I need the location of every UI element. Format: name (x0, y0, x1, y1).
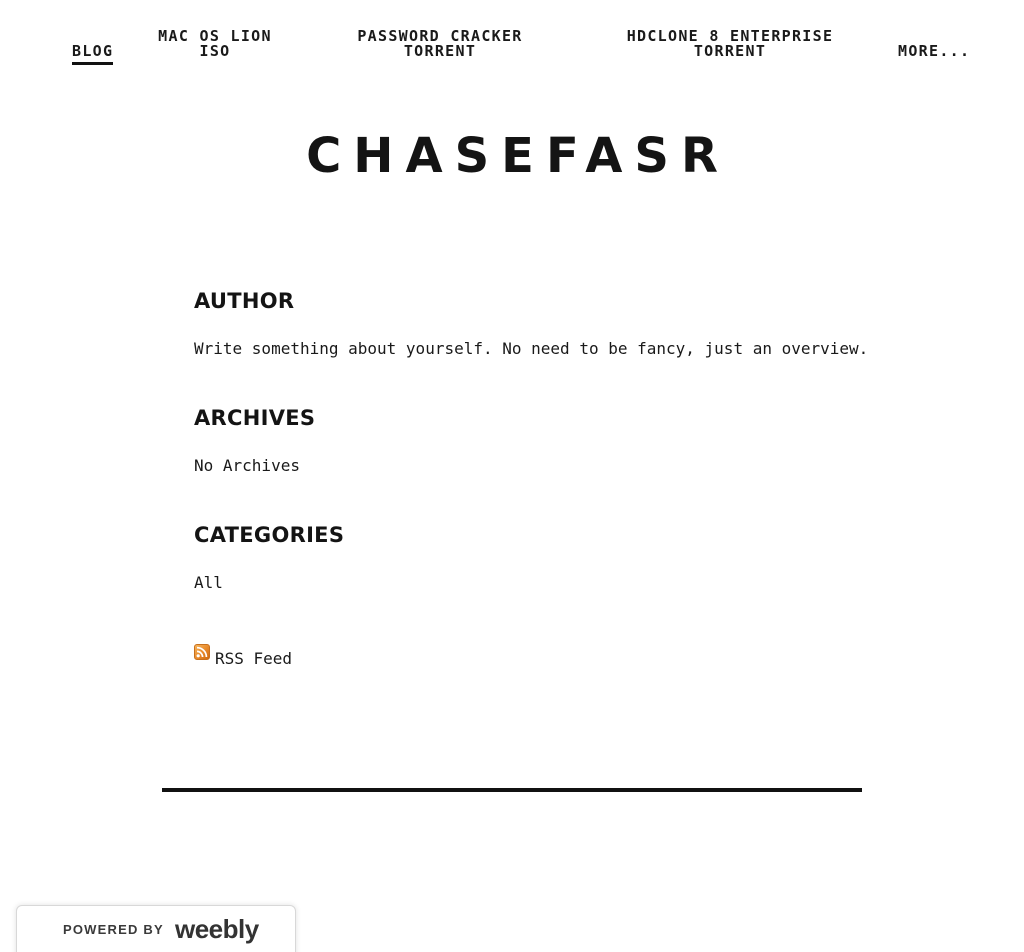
rss-feed-label: RSS Feed (215, 649, 293, 668)
content-divider (162, 788, 862, 792)
site-title[interactable]: CHASEFASR (0, 128, 1024, 184)
powered-by-label: POWERED BY (63, 922, 164, 937)
author-text: Write something about yourself. No need … (194, 339, 869, 358)
nav-item-label-line2: Torrent (403, 42, 477, 60)
nav-item-label-line2: Torrent (693, 42, 767, 60)
category-link-all[interactable]: All (194, 573, 223, 593)
rss-icon (194, 644, 210, 660)
rss-feed-link[interactable]: RSS Feed (194, 644, 292, 668)
archives-heading: ARCHIVES (194, 406, 316, 430)
nav-item-blog[interactable]: Blog (72, 44, 113, 65)
categories-heading: CATEGORIES (194, 523, 345, 547)
author-heading: AUTHOR (194, 289, 295, 313)
nav-item-password-cracker-torrent[interactable]: Password Cracker Torrent (330, 29, 550, 59)
nav-item-more[interactable]: More... (898, 44, 970, 59)
weebly-logo: weebly (175, 914, 259, 944)
main-navigation: Blog Mac OS Lion ISO Password Cracker To… (0, 0, 1024, 80)
nav-item-label-line2: ISO (199, 42, 231, 60)
weebly-badge[interactable]: POWERED BY weebly (16, 905, 296, 952)
nav-item-mac-os-lion-iso[interactable]: Mac OS Lion ISO (150, 29, 280, 59)
nav-item-hdclone-torrent[interactable]: HDClone 8 Enterprise Torrent (610, 29, 850, 59)
archives-text: No Archives (194, 456, 300, 475)
